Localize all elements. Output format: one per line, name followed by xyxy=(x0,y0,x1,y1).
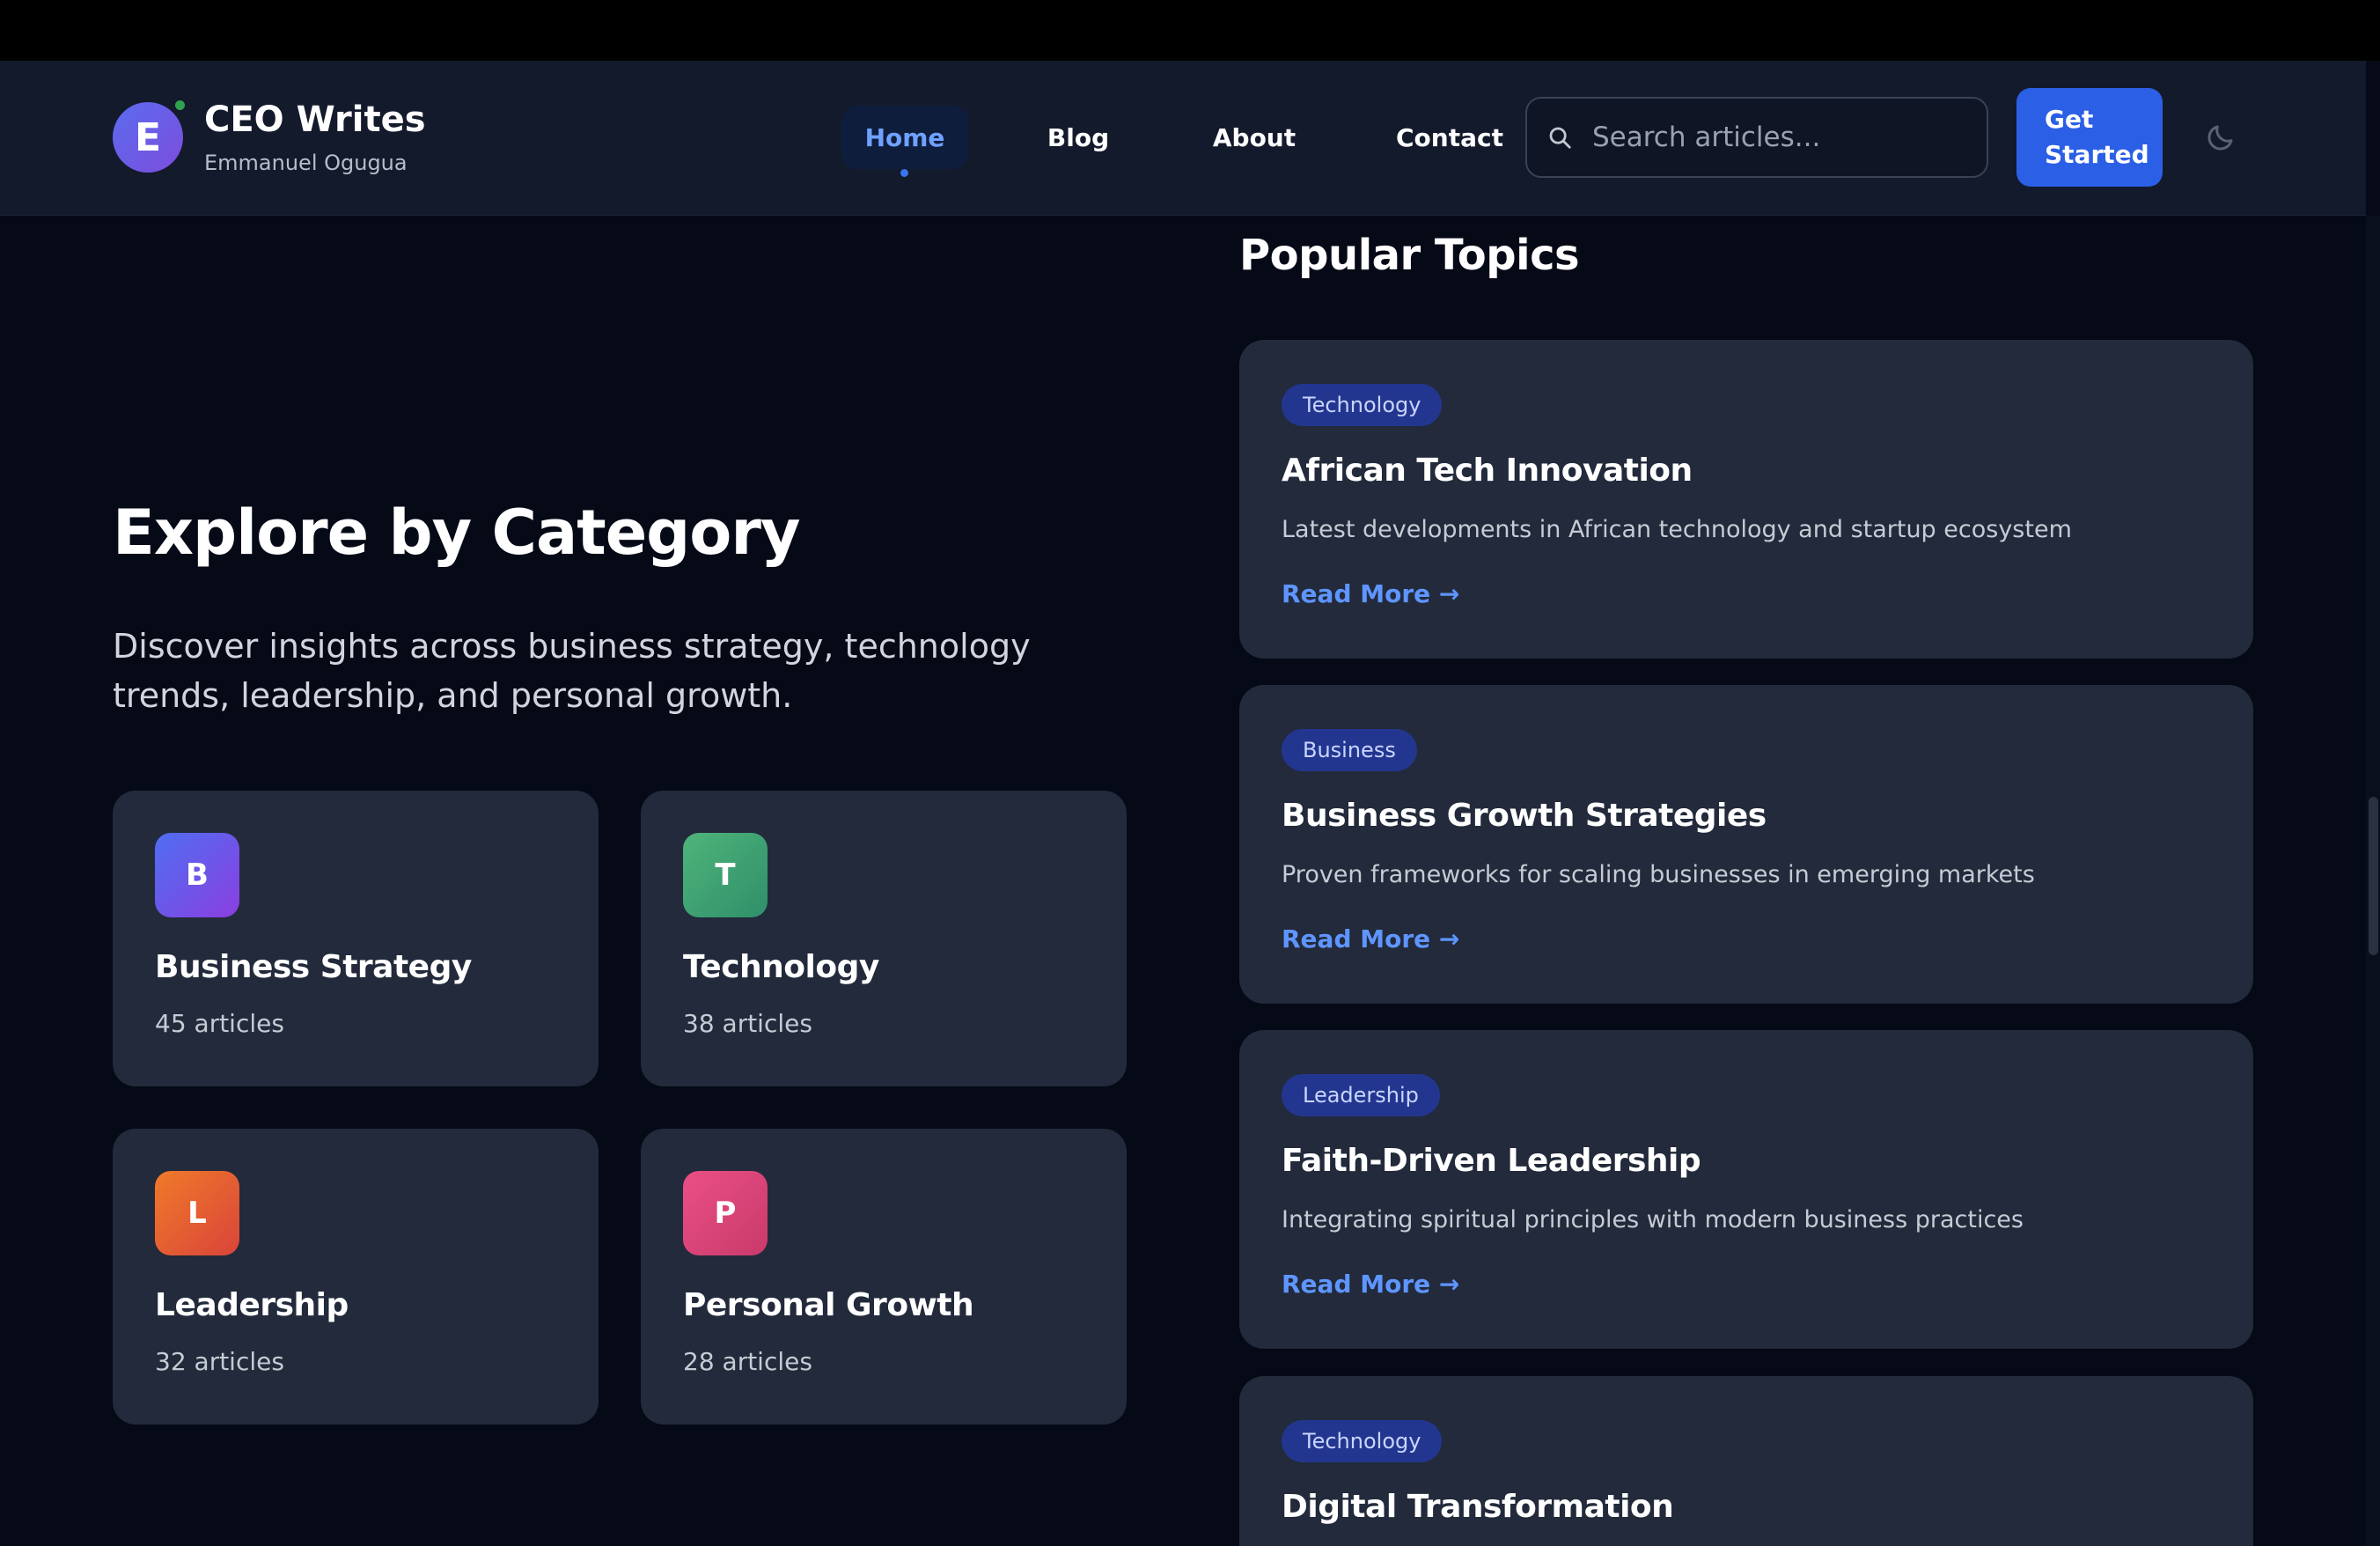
scrollbar-thumb[interactable] xyxy=(2369,797,2378,955)
search-input[interactable] xyxy=(1592,121,1962,153)
brand-subtitle: Emmanuel Ogugua xyxy=(204,151,408,175)
topic-tag[interactable]: Technology xyxy=(1282,1420,1443,1462)
topic-card[interactable]: Leadership Faith-Driven Leadership Integ… xyxy=(1239,1030,2253,1349)
category-letter-icon: P xyxy=(683,1171,768,1255)
category-article-count: 28 articles xyxy=(683,1347,812,1376)
nav-contact[interactable]: Contact xyxy=(1391,106,1509,169)
logo-avatar[interactable]: E xyxy=(113,102,183,173)
category-article-count: 32 articles xyxy=(155,1347,284,1376)
get-started-button[interactable]: Get Started xyxy=(2016,88,2163,187)
read-more-link[interactable]: Read More → xyxy=(1282,579,1459,608)
topic-title[interactable]: Business Growth Strategies xyxy=(1282,798,1767,834)
topic-card[interactable]: Business Business Growth Strategies Prov… xyxy=(1239,685,2253,1004)
nav-active-indicator xyxy=(900,169,908,177)
topic-card[interactable]: Technology Digital Transformation xyxy=(1239,1376,2253,1546)
topic-description: Proven frameworks for scaling businesses… xyxy=(1282,861,2035,888)
topic-description: Latest developments in African technolog… xyxy=(1282,516,2072,543)
category-letter-icon: L xyxy=(155,1171,239,1255)
search-icon xyxy=(1549,127,1571,149)
section-title: Explore by Category xyxy=(113,497,801,569)
category-card-personal-growth[interactable]: P Personal Growth 28 articles xyxy=(641,1129,1127,1425)
nav-home[interactable]: Home xyxy=(841,106,968,169)
category-name: Personal Growth xyxy=(683,1287,974,1323)
read-more-link[interactable]: Read More → xyxy=(1282,924,1459,953)
topic-title[interactable]: Digital Transformation xyxy=(1282,1489,1674,1525)
search-box[interactable] xyxy=(1525,97,1988,178)
read-more-link[interactable]: Read More → xyxy=(1282,1270,1459,1299)
category-article-count: 38 articles xyxy=(683,1009,812,1038)
category-card-technology[interactable]: T Technology 38 articles xyxy=(641,791,1127,1086)
topic-tag[interactable]: Leadership xyxy=(1282,1074,1440,1116)
topic-card[interactable]: Technology African Tech Innovation Lates… xyxy=(1239,340,2253,659)
category-name: Business Strategy xyxy=(155,949,472,985)
category-card-leadership[interactable]: L Leadership 32 articles xyxy=(113,1129,599,1425)
topic-title[interactable]: Faith-Driven Leadership xyxy=(1282,1143,1701,1179)
moon-icon[interactable] xyxy=(2205,121,2237,153)
nav-about[interactable]: About xyxy=(1206,106,1303,169)
category-letter-icon: T xyxy=(683,833,768,917)
topic-description: Integrating spiritual principles with mo… xyxy=(1282,1206,2024,1233)
topic-tag[interactable]: Technology xyxy=(1282,384,1443,426)
topic-tag[interactable]: Business xyxy=(1282,729,1417,771)
nav-blog[interactable]: Blog xyxy=(1030,106,1127,169)
category-name: Technology xyxy=(683,949,879,985)
brand-title[interactable]: CEO Writes xyxy=(204,99,426,140)
category-card-business-strategy[interactable]: B Business Strategy 45 articles xyxy=(113,791,599,1086)
category-letter-icon: B xyxy=(155,833,239,917)
category-name: Leadership xyxy=(155,1287,349,1323)
online-status-dot xyxy=(173,98,187,113)
browser-top-strip xyxy=(0,0,2380,61)
section-description: Discover insights across business strate… xyxy=(113,627,1031,715)
category-article-count: 45 articles xyxy=(155,1009,284,1038)
popular-topics-title: Popular Topics xyxy=(1239,231,1580,280)
topic-title[interactable]: African Tech Innovation xyxy=(1282,453,1693,489)
